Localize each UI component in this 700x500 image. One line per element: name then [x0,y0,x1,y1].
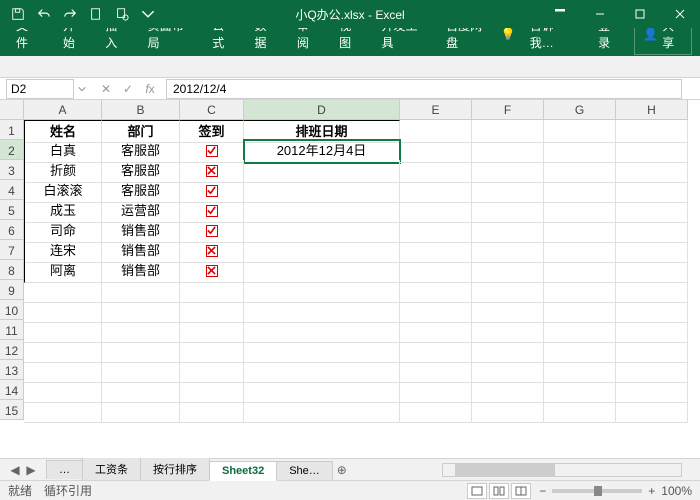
cell-C15[interactable] [180,400,244,423]
row-head-2[interactable]: 2 [0,140,24,160]
row-head-1[interactable]: 1 [0,120,24,140]
formula-input[interactable] [166,79,682,99]
bulb-icon: 💡 [501,27,516,41]
col-head-F[interactable]: F [472,100,544,120]
sheet-tab-0[interactable]: 工资条 [82,457,141,480]
quick-access-toolbar [0,2,160,26]
col-head-A[interactable]: A [24,100,102,120]
col-head-H[interactable]: H [616,100,688,120]
sheet-tab-bar: ◀ ▶ … 工资条按行排序Sheet32She… ⊕ [0,458,700,480]
row-head-3[interactable]: 3 [0,160,24,180]
cell-E15[interactable] [400,400,472,423]
row-head-13[interactable]: 13 [0,360,24,380]
col-head-D[interactable]: D [244,100,400,120]
normal-view-button[interactable] [467,483,487,499]
close-button[interactable] [660,0,700,28]
sheet-tab-1[interactable]: 按行排序 [140,457,210,480]
maximize-button[interactable] [620,0,660,28]
sheet-tab-3[interactable]: She… [276,461,333,480]
checkbox-cross-icon [206,245,218,257]
sheet-area[interactable]: ABCDEFGH1姓名部门签到排班日期2白真客服部2012年12月4日3折颜客服… [0,100,700,458]
zoom-out-button[interactable]: − [539,484,546,498]
enter-formula-button[interactable]: ✓ [118,79,138,99]
sheet-nav-prev[interactable]: ◀ [8,463,22,477]
sheet-hidden-left[interactable]: … [46,460,83,479]
add-sheet-button[interactable]: ⊕ [332,463,352,477]
cell-B15[interactable] [102,400,180,423]
zoom-in-button[interactable]: + [648,484,655,498]
sheet-tab-2[interactable]: Sheet32 [209,461,277,481]
checkbox-checked-icon [206,185,218,197]
ribbon-options-button[interactable] [540,0,580,28]
checkbox-checked-icon [206,145,218,157]
cell-G15[interactable] [544,400,616,423]
fx-button[interactable]: fx [140,79,160,99]
checkbox-checked-icon [206,225,218,237]
row-head-11[interactable]: 11 [0,320,24,340]
window-title: 小Q办公.xlsx - Excel [295,6,404,23]
row-head-4[interactable]: 4 [0,180,24,200]
name-box[interactable] [6,79,74,99]
row-head-9[interactable]: 9 [0,280,24,300]
status-ready: 就绪 [8,482,32,499]
print-preview-button[interactable] [110,2,134,26]
formula-bar: ✕ ✓ fx [0,78,700,100]
name-box-dropdown[interactable] [74,85,90,93]
col-head-C[interactable]: C [180,100,244,120]
redo-button[interactable] [58,2,82,26]
page-break-view-button[interactable] [511,483,531,499]
row-head-15[interactable]: 15 [0,400,24,420]
page-layout-view-button[interactable] [489,483,509,499]
cell-F15[interactable] [472,400,544,423]
zoom-slider[interactable] [552,489,642,493]
status-circular: 循环引用 [44,482,92,499]
row-head-10[interactable]: 10 [0,300,24,320]
save-button[interactable] [6,2,30,26]
row-head-6[interactable]: 6 [0,220,24,240]
zoom-level: 100% [661,484,692,498]
checkbox-cross-icon [206,265,218,277]
share-icon: 👤 [643,27,658,41]
cell-D15[interactable] [244,400,400,423]
row-head-7[interactable]: 7 [0,240,24,260]
horizontal-scrollbar[interactable] [442,463,682,477]
select-all-corner[interactable] [0,100,24,120]
col-head-E[interactable]: E [400,100,472,120]
zoom-thumb[interactable] [594,486,602,496]
col-head-B[interactable]: B [102,100,180,120]
scrollbar-thumb[interactable] [455,464,555,476]
cancel-formula-button[interactable]: ✕ [96,79,116,99]
row-head-12[interactable]: 12 [0,340,24,360]
row-head-8[interactable]: 8 [0,260,24,280]
row-head-5[interactable]: 5 [0,200,24,220]
new-button[interactable] [84,2,108,26]
qat-dropdown[interactable] [136,2,160,26]
ribbon-body [0,56,700,78]
minimize-button[interactable] [580,0,620,28]
cell-H15[interactable] [616,400,688,423]
checkbox-cross-icon [206,165,218,177]
col-head-G[interactable]: G [544,100,616,120]
undo-button[interactable] [32,2,56,26]
window-controls [540,0,700,28]
sheet-nav-next[interactable]: ▶ [24,463,38,477]
status-bar: 就绪 循环引用 − + 100% [0,480,700,500]
ribbon-tabs: 文件 开始插入页面布局公式数据审阅视图开发工具百度网盘 💡 告诉我… 登录 👤 … [0,28,700,56]
cell-A15[interactable] [24,400,102,423]
checkbox-checked-icon [206,205,218,217]
row-head-14[interactable]: 14 [0,380,24,400]
titlebar: 小Q办公.xlsx - Excel [0,0,700,28]
